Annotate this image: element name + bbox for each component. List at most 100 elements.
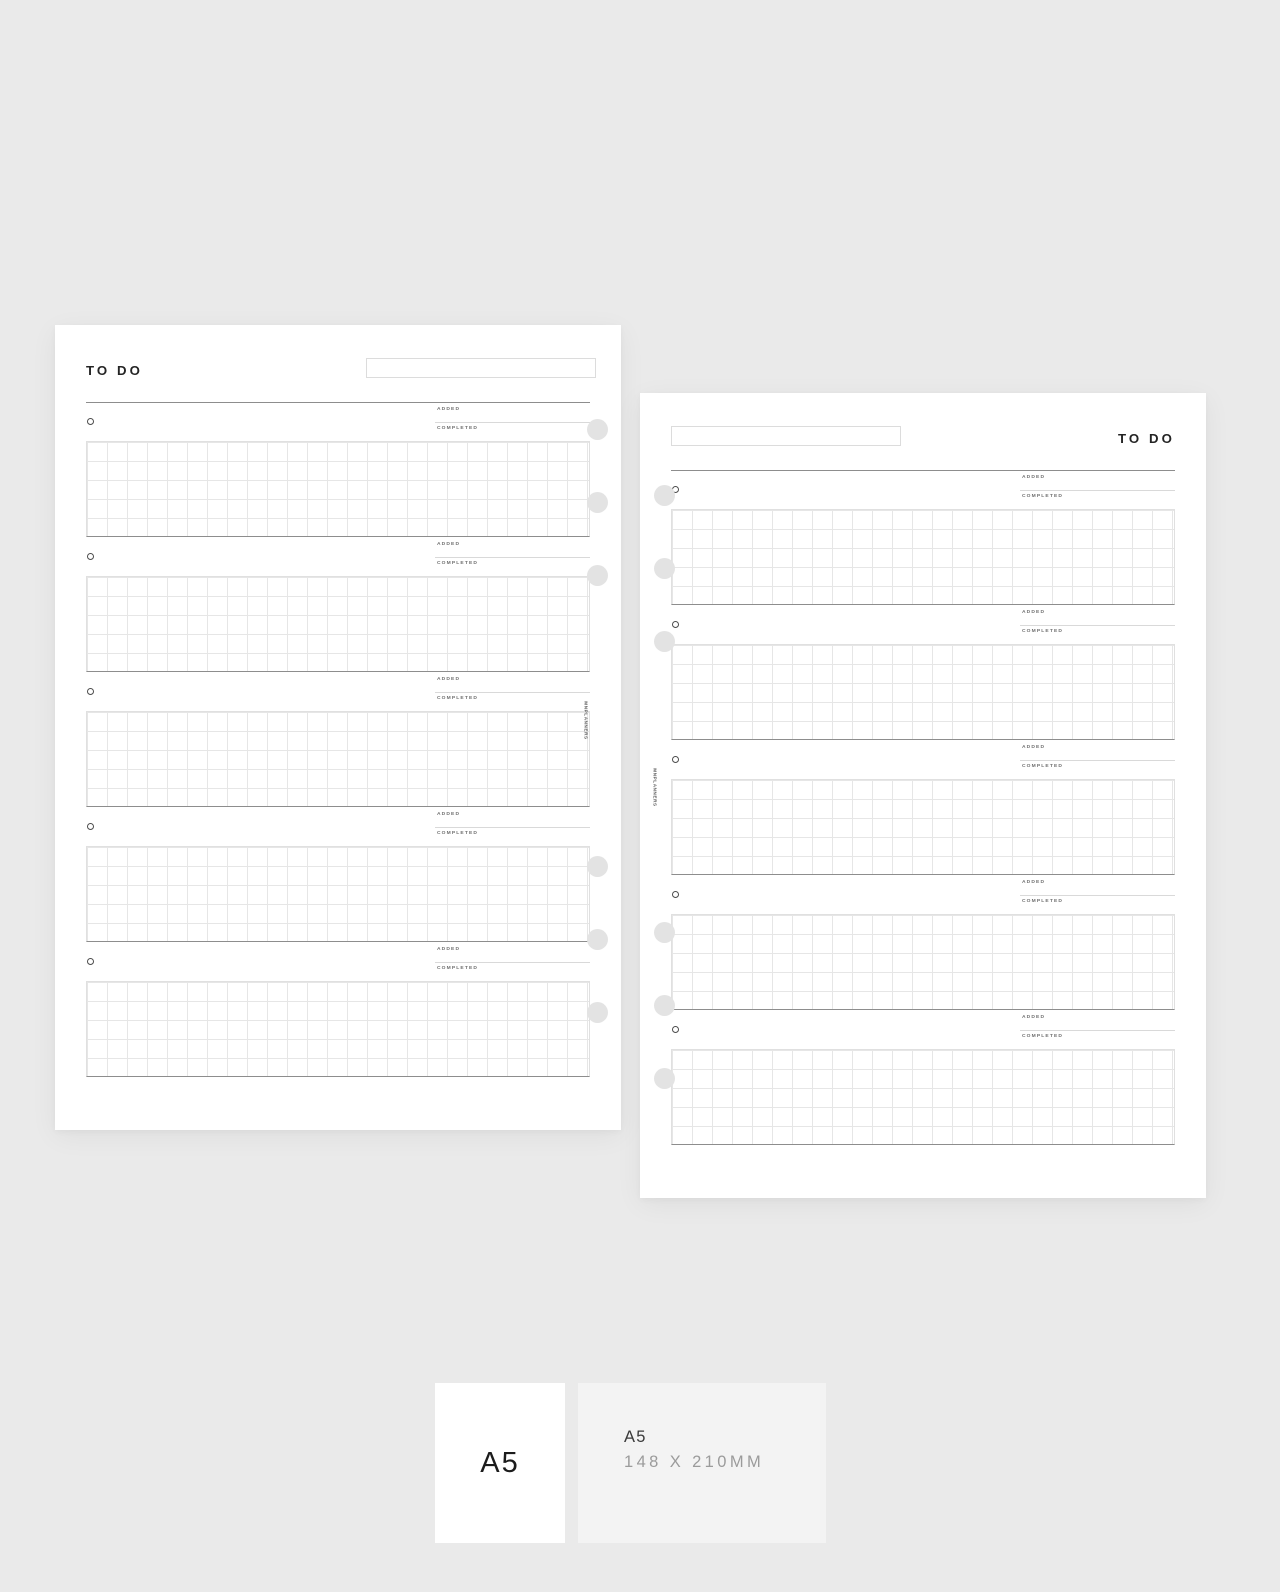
ring-hole (587, 1002, 608, 1023)
completed-label: COMPLETED (437, 561, 479, 566)
circle-outline-icon[interactable] (672, 621, 679, 628)
title-input[interactable] (671, 426, 901, 446)
ring-hole (587, 929, 608, 950)
size-legend: A5 A5 148 X 210MM (435, 1383, 826, 1543)
completed-label: COMPLETED (1022, 899, 1064, 904)
todo-block: ADDED COMPLETED (671, 470, 1175, 605)
title-input[interactable] (366, 358, 596, 378)
page-header-left: TO DO (86, 358, 596, 388)
task-row: ADDED COMPLETED (671, 1010, 1175, 1049)
grid-writing-area[interactable] (671, 1049, 1175, 1145)
ring-hole (587, 419, 608, 440)
completed-label: COMPLETED (437, 696, 479, 701)
completed-label: COMPLETED (1022, 764, 1064, 769)
completed-line: COMPLETED (435, 693, 590, 712)
completed-line: COMPLETED (1020, 1031, 1175, 1050)
page-title: TO DO (86, 363, 144, 378)
circle-outline-icon[interactable] (672, 1026, 679, 1033)
added-line: ADDED (435, 809, 590, 828)
grid-writing-area[interactable] (86, 981, 590, 1077)
grid-writing-area[interactable] (86, 711, 590, 807)
completed-line: COMPLETED (1020, 761, 1175, 780)
task-meta: ADDED COMPLETED (435, 539, 590, 577)
task-row: ADDED COMPLETED (86, 672, 590, 711)
added-line: ADDED (1020, 742, 1175, 761)
added-line: ADDED (435, 674, 590, 693)
circle-outline-icon[interactable] (87, 823, 94, 830)
circle-outline-icon[interactable] (672, 756, 679, 763)
size-swatch-label: A5 (480, 1446, 520, 1479)
ring-hole (654, 922, 675, 943)
ring-hole (654, 631, 675, 652)
completed-label: COMPLETED (437, 831, 479, 836)
task-meta: ADDED COMPLETED (435, 944, 590, 982)
task-row: ADDED COMPLETED (671, 470, 1175, 509)
size-name: A5 (624, 1428, 647, 1446)
added-line: ADDED (1020, 877, 1175, 896)
page-content-left: TO DO ADDED COMPLETED ADDED COMPLETED AD… (86, 325, 596, 1130)
grid-writing-area[interactable] (671, 914, 1175, 1010)
page-sheet-left: TO DO ADDED COMPLETED ADDED COMPLETED AD… (55, 325, 621, 1130)
circle-outline-icon[interactable] (87, 688, 94, 695)
added-label: ADDED (1022, 745, 1046, 750)
completed-line: COMPLETED (435, 828, 590, 847)
todo-block: ADDED COMPLETED (86, 672, 590, 807)
task-row: ADDED COMPLETED (86, 402, 590, 441)
task-row: ADDED COMPLETED (86, 807, 590, 846)
added-line: ADDED (435, 539, 590, 558)
completed-line: COMPLETED (435, 423, 590, 442)
grid-writing-area[interactable] (86, 441, 590, 537)
page-sheet-right: TO DO ADDED COMPLETED ADDED COMPLETED AD… (640, 393, 1206, 1198)
ring-hole (654, 485, 675, 506)
todo-block: ADDED COMPLETED (671, 740, 1175, 875)
added-line: ADDED (435, 404, 590, 423)
task-meta: ADDED COMPLETED (435, 404, 590, 442)
size-swatch: A5 (435, 1383, 565, 1543)
todo-block: ADDED COMPLETED (86, 942, 590, 1077)
todo-block-list-left: ADDED COMPLETED ADDED COMPLETED ADDED CO… (86, 402, 590, 1077)
ring-hole (587, 565, 608, 586)
completed-label: COMPLETED (437, 966, 479, 971)
page-title: TO DO (1117, 431, 1175, 446)
circle-outline-icon[interactable] (87, 553, 94, 560)
size-info-panel: A5 148 X 210MM (578, 1383, 826, 1543)
added-line: ADDED (1020, 1012, 1175, 1031)
completed-label: COMPLETED (1022, 629, 1064, 634)
completed-line: COMPLETED (435, 963, 590, 982)
task-row: ADDED COMPLETED (671, 605, 1175, 644)
task-meta: ADDED COMPLETED (1020, 472, 1175, 510)
ring-hole (587, 856, 608, 877)
task-meta: ADDED COMPLETED (1020, 877, 1175, 915)
added-label: ADDED (437, 947, 461, 952)
added-label: ADDED (437, 812, 461, 817)
todo-block-list-right: ADDED COMPLETED ADDED COMPLETED ADDED CO… (671, 470, 1175, 1145)
circle-outline-icon[interactable] (87, 958, 94, 965)
added-label: ADDED (437, 677, 461, 682)
grid-writing-area[interactable] (671, 644, 1175, 740)
added-line: ADDED (1020, 607, 1175, 626)
grid-writing-area[interactable] (671, 779, 1175, 875)
added-label: ADDED (1022, 475, 1046, 480)
spine-watermark: MNPLANNERS (583, 701, 589, 740)
grid-writing-area[interactable] (86, 846, 590, 942)
size-dimensions: 148 X 210MM (624, 1453, 765, 1471)
added-label: ADDED (437, 542, 461, 547)
grid-writing-area[interactable] (671, 509, 1175, 605)
circle-outline-icon[interactable] (87, 418, 94, 425)
ring-hole (654, 995, 675, 1016)
completed-line: COMPLETED (1020, 491, 1175, 510)
task-meta: ADDED COMPLETED (435, 809, 590, 847)
completed-label: COMPLETED (1022, 1034, 1064, 1039)
task-meta: ADDED COMPLETED (1020, 607, 1175, 645)
grid-writing-area[interactable] (86, 576, 590, 672)
page-header-right: TO DO (671, 426, 1175, 456)
completed-label: COMPLETED (437, 426, 479, 431)
added-label: ADDED (1022, 1015, 1046, 1020)
spine-watermark: MNPLANNERS (652, 768, 658, 807)
completed-label: COMPLETED (1022, 494, 1064, 499)
task-meta: ADDED COMPLETED (1020, 1012, 1175, 1050)
circle-outline-icon[interactable] (672, 891, 679, 898)
task-row: ADDED COMPLETED (671, 875, 1175, 914)
todo-block: ADDED COMPLETED (86, 402, 590, 537)
task-meta: ADDED COMPLETED (435, 674, 590, 712)
